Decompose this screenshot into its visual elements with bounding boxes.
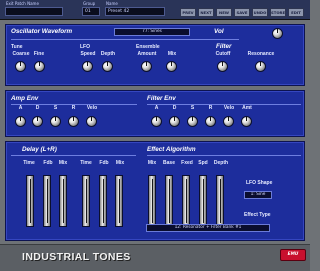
filter-title: Filter: [216, 43, 232, 50]
lfo-depth-label: Depth: [100, 51, 116, 57]
next-button[interactable]: NEXT: [198, 8, 214, 17]
fine-knob[interactable]: [34, 61, 45, 72]
amp-sustain-label: S: [53, 105, 58, 111]
divider: [147, 155, 301, 156]
resonance-knob[interactable]: [255, 61, 266, 72]
delay-left-fdb-label: Fdb: [43, 160, 53, 166]
filter-env-title: Filter Env: [147, 95, 176, 102]
brand-logo: EMU: [280, 249, 306, 261]
delay-title: Delay (L+R): [22, 146, 57, 153]
oscillator-waveform-title: Oscillator Waveform: [11, 28, 73, 35]
cutoff-label: Cutoff: [215, 51, 231, 57]
effect-type-label: Effect Type: [244, 212, 271, 218]
ensemble-title: Ensemble: [136, 44, 160, 50]
vol-label: Vol: [214, 28, 224, 35]
effect-base-fader[interactable]: [165, 175, 173, 227]
delay-right-mix-label: Mix: [115, 160, 125, 166]
effect-depth-label: Depth: [213, 160, 229, 166]
delay-right-mix-fader[interactable]: [115, 175, 123, 227]
filter-release-label: R: [208, 105, 213, 111]
delay-effect-panel: Delay (L+R) Time Fdb Mix Time Fdb Mix Ef…: [5, 141, 305, 241]
amp-release-knob[interactable]: [68, 116, 79, 127]
cutoff-knob[interactable]: [217, 61, 228, 72]
ensemble-amount-knob[interactable]: [141, 61, 152, 72]
effect-base-label: Base: [163, 160, 175, 166]
filter-velo-knob[interactable]: [223, 116, 234, 127]
delay-left-mix-label: Mix: [58, 160, 68, 166]
delay-right-fdb-label: Fdb: [99, 160, 109, 166]
amp-sustain-knob[interactable]: [50, 116, 61, 127]
amp-velo-knob[interactable]: [86, 116, 97, 127]
product-name: INDUSTRIAL TONES: [22, 251, 131, 263]
tune-title: Tune: [11, 44, 23, 50]
group-label: Group: [83, 1, 96, 6]
store-button[interactable]: STORE: [270, 8, 286, 17]
vol-knob[interactable]: [272, 28, 283, 39]
filter-attack-label: A: [154, 105, 159, 111]
envelopes-panel: Amp Env A D S R Velo Filter Env A D S R …: [5, 90, 305, 137]
amp-env-title: Amp Env: [11, 95, 39, 102]
filter-decay-label: D: [172, 105, 177, 111]
ensemble-mix-label: Mix: [167, 51, 177, 57]
filter-decay-knob[interactable]: [169, 116, 180, 127]
effect-type-select[interactable]: 12: Resonator + Filter Bank #1: [146, 224, 270, 232]
fine-label: Fine: [33, 51, 45, 57]
delay-right-time-fader[interactable]: [82, 175, 90, 227]
lfo-title: LFO: [80, 44, 90, 50]
waveform-select[interactable]: 77: Sines: [114, 28, 190, 36]
filter-sustain-label: S: [190, 105, 195, 111]
undo-button[interactable]: UNDO: [252, 8, 268, 17]
effect-mix-fader[interactable]: [148, 175, 156, 227]
amp-decay-label: D: [35, 105, 40, 111]
coarse-label: Coarse: [12, 51, 30, 57]
coarse-knob[interactable]: [15, 61, 26, 72]
new-button[interactable]: NEW: [216, 8, 232, 17]
save-button[interactable]: SAVE: [234, 8, 250, 17]
effect-fxed-label: Fxed: [181, 160, 193, 166]
amp-attack-label: A: [18, 105, 23, 111]
effect-spd-label: Spd: [198, 160, 208, 166]
filter-release-knob[interactable]: [205, 116, 216, 127]
amp-release-label: R: [71, 105, 76, 111]
amp-attack-knob[interactable]: [15, 116, 26, 127]
effect-fxed-fader[interactable]: [182, 175, 190, 227]
lfo-speed-knob[interactable]: [82, 61, 93, 72]
edit-button[interactable]: EDIT: [288, 8, 304, 17]
delay-left-time-label: Time: [23, 160, 35, 166]
filter-attack-knob[interactable]: [151, 116, 162, 127]
delay-right-time-label: Time: [80, 160, 92, 166]
patch-name-field[interactable]: [5, 7, 63, 16]
amp-velo-label: Velo: [86, 105, 98, 111]
patch-header-bar: Exit Patch Name Group 01 Name Preset 42 …: [0, 0, 310, 20]
delay-right-fdb-fader[interactable]: [99, 175, 107, 227]
preset-name-field[interactable]: Preset 42: [105, 7, 165, 16]
lfo-depth-knob[interactable]: [102, 61, 113, 72]
patch-name-label: Exit Patch Name: [6, 1, 39, 6]
group-field[interactable]: 01: [82, 7, 100, 16]
amp-decay-knob[interactable]: [32, 116, 43, 127]
ensemble-amount-label: Amount: [137, 51, 157, 57]
prev-button[interactable]: PREV: [180, 8, 196, 17]
effect-mix-label: Mix: [147, 160, 157, 166]
oscillator-panel: Oscillator Waveform 77: Sines Vol Tune C…: [5, 24, 305, 86]
filter-amt-label: Amt: [242, 105, 252, 111]
delay-left-mix-fader[interactable]: [59, 175, 67, 227]
resonance-label: Resonance: [247, 51, 275, 57]
lfo-speed-label: Speed: [80, 51, 96, 57]
filter-amt-knob[interactable]: [241, 116, 252, 127]
effect-depth-fader[interactable]: [216, 175, 224, 227]
effect-spd-fader[interactable]: [199, 175, 207, 227]
delay-left-fdb-fader[interactable]: [43, 175, 51, 227]
filter-velo-label: Velo: [223, 105, 235, 111]
lfo-shape-label: LFO Shape: [246, 180, 273, 186]
divider: [11, 155, 136, 156]
effect-algorithm-title: Effect Algorithm: [147, 146, 196, 153]
lfo-shape-select[interactable]: 1: Sine: [244, 191, 272, 199]
filter-sustain-knob[interactable]: [187, 116, 198, 127]
preset-name-label: Name: [106, 1, 118, 6]
ensemble-mix-knob[interactable]: [166, 61, 177, 72]
divider: [11, 39, 239, 40]
delay-left-time-fader[interactable]: [26, 175, 34, 227]
